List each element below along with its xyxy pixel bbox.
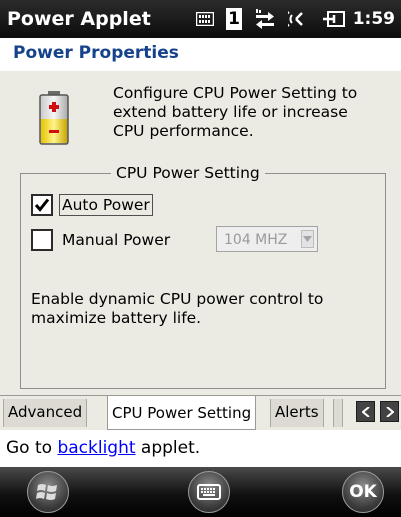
cpu-power-groupbox: CPU Power Setting Auto Power Manual Powe… (20, 163, 386, 389)
ok-label: OK (349, 482, 377, 502)
manual-power-label[interactable]: Manual Power (62, 230, 170, 250)
keypad-status-icon[interactable] (196, 12, 214, 26)
backlight-link[interactable]: backlight (57, 438, 135, 458)
number-one-icon[interactable]: 1 (226, 8, 242, 30)
battery-icon (38, 91, 70, 149)
tab-label: Alerts (275, 403, 319, 421)
tab-alerts[interactable]: Alerts (270, 399, 324, 427)
signal-badge: 1 (226, 8, 242, 30)
tab-label: CPU Power Setting (112, 404, 252, 422)
status-icons: 1 (196, 0, 358, 38)
tab-cpu-power-setting[interactable]: CPU Power Setting (107, 396, 257, 430)
link-suffix: applet. (135, 438, 201, 458)
cpu-speed-value: 104 MHZ (224, 232, 288, 248)
battery-charging-icon[interactable] (322, 8, 346, 30)
main-content: Configure CPU Power Setting to extend ba… (0, 71, 401, 395)
connectivity-icon[interactable] (254, 8, 276, 30)
title-bar: Power Applet 1 1:59 (0, 0, 401, 38)
auto-power-label[interactable]: Auto Power (59, 194, 153, 216)
tab-scroll-left-button[interactable] (356, 401, 375, 422)
windows-logo-icon (36, 484, 57, 500)
start-button[interactable] (27, 471, 69, 513)
ok-button[interactable]: OK (342, 471, 384, 513)
page-header: Power Properties (0, 38, 401, 72)
keyboard-icon (197, 484, 221, 500)
chevron-down-icon[interactable] (301, 230, 314, 248)
tab-advanced[interactable]: Advanced (3, 399, 88, 427)
help-text: Enable dynamic CPU power control to maxi… (31, 290, 324, 327)
description-text: Configure CPU Power Setting to extend ba… (113, 84, 358, 140)
tab-label: Advanced (8, 403, 83, 421)
keyboard-button[interactable] (188, 471, 230, 513)
groupbox-title: CPU Power Setting (111, 163, 265, 183)
app-title: Power Applet (7, 8, 151, 30)
checkmark-icon (34, 198, 50, 212)
chevron-left-icon (361, 406, 370, 417)
link-prefix: Go to (6, 438, 58, 458)
auto-power-checkbox[interactable] (31, 194, 53, 216)
tab-bar: Advanced CPU Power Setting Alerts (0, 395, 401, 431)
link-line: Go to backlight applet. (0, 430, 401, 467)
speaker-icon[interactable] (288, 8, 310, 30)
manual-power-checkbox[interactable] (31, 229, 53, 251)
page-title: Power Properties (13, 43, 179, 63)
tab-overflow[interactable] (333, 399, 343, 427)
chevron-right-icon (385, 406, 394, 417)
tab-scroll-right-button[interactable] (380, 401, 399, 422)
softkey-bar: OK (0, 467, 401, 517)
clock[interactable]: 1:59 (353, 0, 395, 38)
cpu-speed-select[interactable]: 104 MHZ (216, 226, 318, 252)
